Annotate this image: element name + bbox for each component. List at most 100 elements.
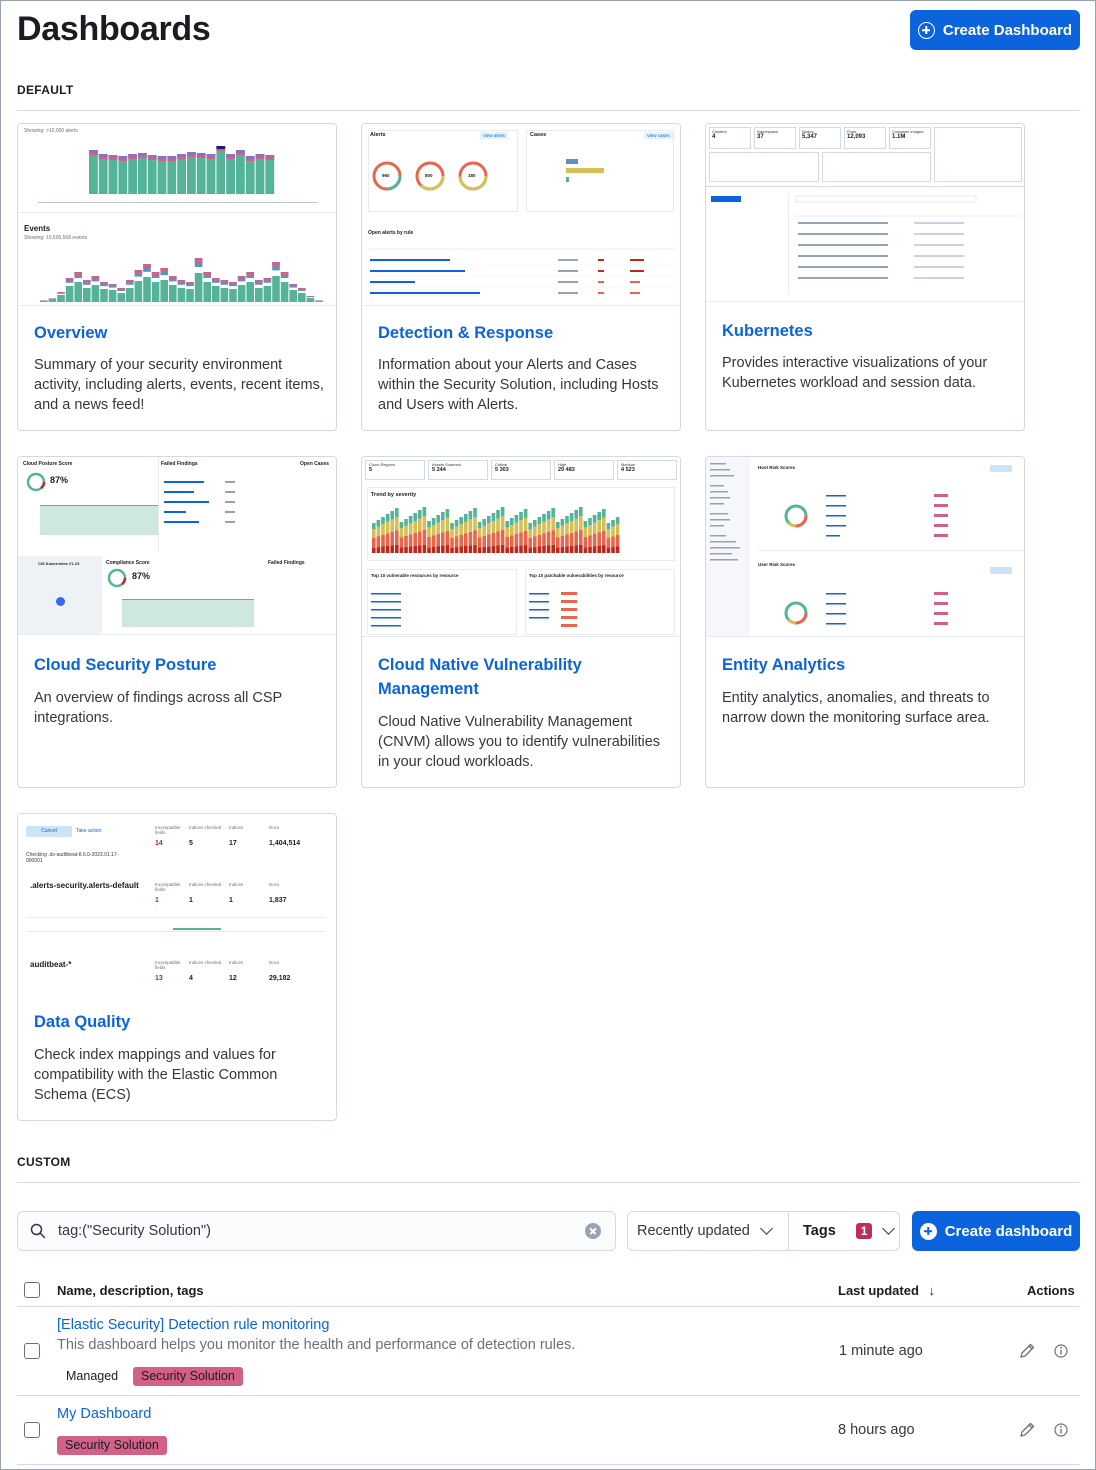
- create-custom-dashboard-button[interactable]: Create dashboard: [912, 1211, 1080, 1251]
- card-description: An overview of findings across all CSP i…: [34, 690, 282, 726]
- table-divider: [17, 1395, 1080, 1396]
- page-title: Dashboards: [17, 10, 211, 48]
- card-cloud-security-posture[interactable]: Cloud Posture Score 87% Failed Findings …: [17, 456, 337, 788]
- dq-stat-label: Indices: [229, 960, 244, 965]
- search-input[interactable]: tag:("Security Solution"): [58, 1223, 585, 1239]
- card-thumbnail: Showing: >10,000 alerts Events Showing: …: [18, 124, 336, 306]
- thumb-events-caption: Showing: 10,500,568 events: [24, 235, 88, 241]
- column-header-name[interactable]: Name, description, tags: [57, 1283, 204, 1298]
- table-divider: [17, 1464, 1080, 1465]
- dashboard-search-bar[interactable]: tag:("Security Solution"): [17, 1211, 616, 1251]
- thumb-host-label: Host Risk Scores: [758, 465, 796, 470]
- thumb-user-label: User Risk Scores: [758, 562, 796, 567]
- thumb-failed-label: Failed Findings: [161, 461, 198, 467]
- k8s-stats-row: Clusters 4 Namespace 37 Nodes 5,347 Pods 12,093…: [709, 127, 931, 149]
- card-description: Check index mappings and values for comp…: [34, 1047, 278, 1103]
- dq-stat-label: Indices checked: [189, 825, 222, 830]
- dq-stat-label: Docs: [269, 960, 280, 965]
- clear-search-icon[interactable]: [585, 1223, 601, 1239]
- events-histogram: [40, 258, 323, 302]
- card-kubernetes[interactable]: Clusters 4 Namespace 37 Nodes 5,347 Pods 12,093…: [705, 123, 1025, 431]
- card-entity-analytics[interactable]: Host Risk Scores User Risk Scores Entity…: [705, 456, 1025, 788]
- create-dashboard-label: Create Dashboard: [942, 21, 1073, 39]
- thumb-compliance-value: 87%: [132, 571, 151, 581]
- card-title: Overview: [34, 324, 108, 342]
- arrow-down-icon: ↓: [928, 1283, 936, 1298]
- thumb-caption: Showing: >10,000 alerts: [24, 128, 78, 134]
- dq-index-name: .alerts-security.alerts-default: [30, 881, 139, 890]
- cnvm-stat: Medium 4 523: [617, 460, 677, 480]
- donut-value: 180: [468, 173, 476, 178]
- card-thumbnail: Cancel Take action Checking .ds-auditbea…: [18, 814, 336, 992]
- dq-stat-label: Docs: [269, 825, 280, 830]
- dq-stat-label: Indices: [229, 882, 244, 887]
- last-updated: 1 minute ago: [839, 1343, 923, 1359]
- row-checkbox[interactable]: [24, 1422, 40, 1438]
- edit-icon[interactable]: [1018, 1421, 1036, 1439]
- card-overview[interactable]: Showing: >10,000 alerts Events Showing: …: [17, 123, 337, 431]
- tag-managed[interactable]: Managed: [66, 1367, 118, 1386]
- plus-circle-icon: [919, 1222, 937, 1240]
- card-cnvm[interactable]: Cloud Regions 5 Assets Scanned 5 244 Critica…: [361, 456, 681, 788]
- card-title: Data Quality: [34, 1013, 131, 1031]
- filter-group: Recently updated Tags 1: [627, 1211, 900, 1251]
- card-title: Cloud Security Posture: [34, 656, 217, 674]
- info-icon[interactable]: [1052, 1421, 1070, 1439]
- dq-stat-label: Incompatible fields: [155, 960, 181, 970]
- dq-stat-label: Docs: [269, 882, 280, 887]
- card-title: Kubernetes: [722, 322, 813, 340]
- create-dashboard-button[interactable]: Create Dashboard: [910, 10, 1080, 50]
- search-icon: [30, 1223, 46, 1239]
- dq-stat-label: Incompatible fields: [155, 882, 181, 892]
- dashboard-link[interactable]: My Dashboard: [57, 1406, 151, 1422]
- thumb-top-resources: Top 10 vulnerable resources by resource: [371, 573, 459, 578]
- info-icon[interactable]: [1052, 1342, 1070, 1360]
- edit-icon[interactable]: [1018, 1342, 1036, 1360]
- tags-filter[interactable]: Tags 1: [789, 1212, 899, 1250]
- thumb-cancel: Cancel: [26, 826, 72, 837]
- dq-index-name: Checking .ds-auditbeat-8.6.0-2023.01.17-…: [26, 852, 119, 864]
- k8s-stat: Container images 1.1M: [889, 127, 931, 149]
- tag-security-solution[interactable]: Security Solution: [133, 1367, 243, 1386]
- dq-stat-value: 17: [229, 840, 237, 847]
- card-title: Detection & Response: [378, 324, 554, 342]
- column-header-label: Last updated: [838, 1283, 919, 1298]
- cnvm-stat: Cloud Regions 5: [365, 460, 425, 480]
- dq-stat-value: 12: [229, 975, 237, 982]
- thumb-cluster: CIS Kubernetes V1.23: [38, 561, 80, 566]
- card-title: Cloud Native Vulnerability Management: [378, 656, 582, 698]
- dq-stat-value: 13: [155, 975, 163, 982]
- section-label-custom: CUSTOM: [17, 1155, 71, 1169]
- card-description: Cloud Native Vulnerability Management (C…: [378, 714, 661, 770]
- k8s-stat: Pods 12,093: [844, 127, 886, 149]
- thumb-score-label: Cloud Posture Score: [23, 461, 73, 467]
- dq-stat-value: 14: [155, 840, 163, 847]
- dq-stat-value: 5: [189, 840, 193, 847]
- section-label-default: DEFAULT: [17, 83, 74, 97]
- card-description: Provides interactive visualizations of y…: [722, 355, 988, 391]
- chevron-down-icon: [759, 1222, 773, 1235]
- thumb-compliance-label: Compliance Score: [106, 560, 150, 566]
- row-checkbox[interactable]: [24, 1343, 40, 1359]
- card-data-quality[interactable]: Cancel Take action Checking .ds-auditbea…: [17, 813, 337, 1121]
- dq-stat-value: 1: [189, 897, 193, 904]
- card-detection-response[interactable]: Alerts View alerts 960 800 180 Cases Vie…: [361, 123, 681, 431]
- thumb-events-label: Events: [24, 224, 51, 233]
- thumb-view-cases: View cases: [644, 132, 673, 139]
- dq-index-name: auditbeat-*: [30, 960, 72, 969]
- dashboard-link[interactable]: [Elastic Security] Detection rule monito…: [57, 1317, 329, 1333]
- select-all-checkbox[interactable]: [24, 1282, 40, 1298]
- thumb-take-action: Take action: [76, 828, 102, 834]
- tags-count-badge: 1: [855, 1223, 873, 1239]
- sort-dropdown[interactable]: Recently updated: [628, 1212, 789, 1250]
- column-header-last-updated[interactable]: Last updated ↓: [838, 1283, 935, 1298]
- dq-stat-value: 29,182: [269, 975, 291, 982]
- card-description: Information about your Alerts and Cases …: [378, 357, 659, 413]
- section-divider: [17, 1182, 1080, 1183]
- card-description: Summary of your security environment act…: [34, 357, 324, 413]
- thumb-cases-label: Cases: [530, 132, 547, 138]
- dq-stat-value: 1: [229, 897, 233, 904]
- cnvm-stats-row: Cloud Regions 5 Assets Scanned 5 244 Critica…: [365, 460, 677, 480]
- dq-stat-label: Indices checked: [189, 882, 222, 887]
- tag-security-solution[interactable]: Security Solution: [57, 1436, 167, 1455]
